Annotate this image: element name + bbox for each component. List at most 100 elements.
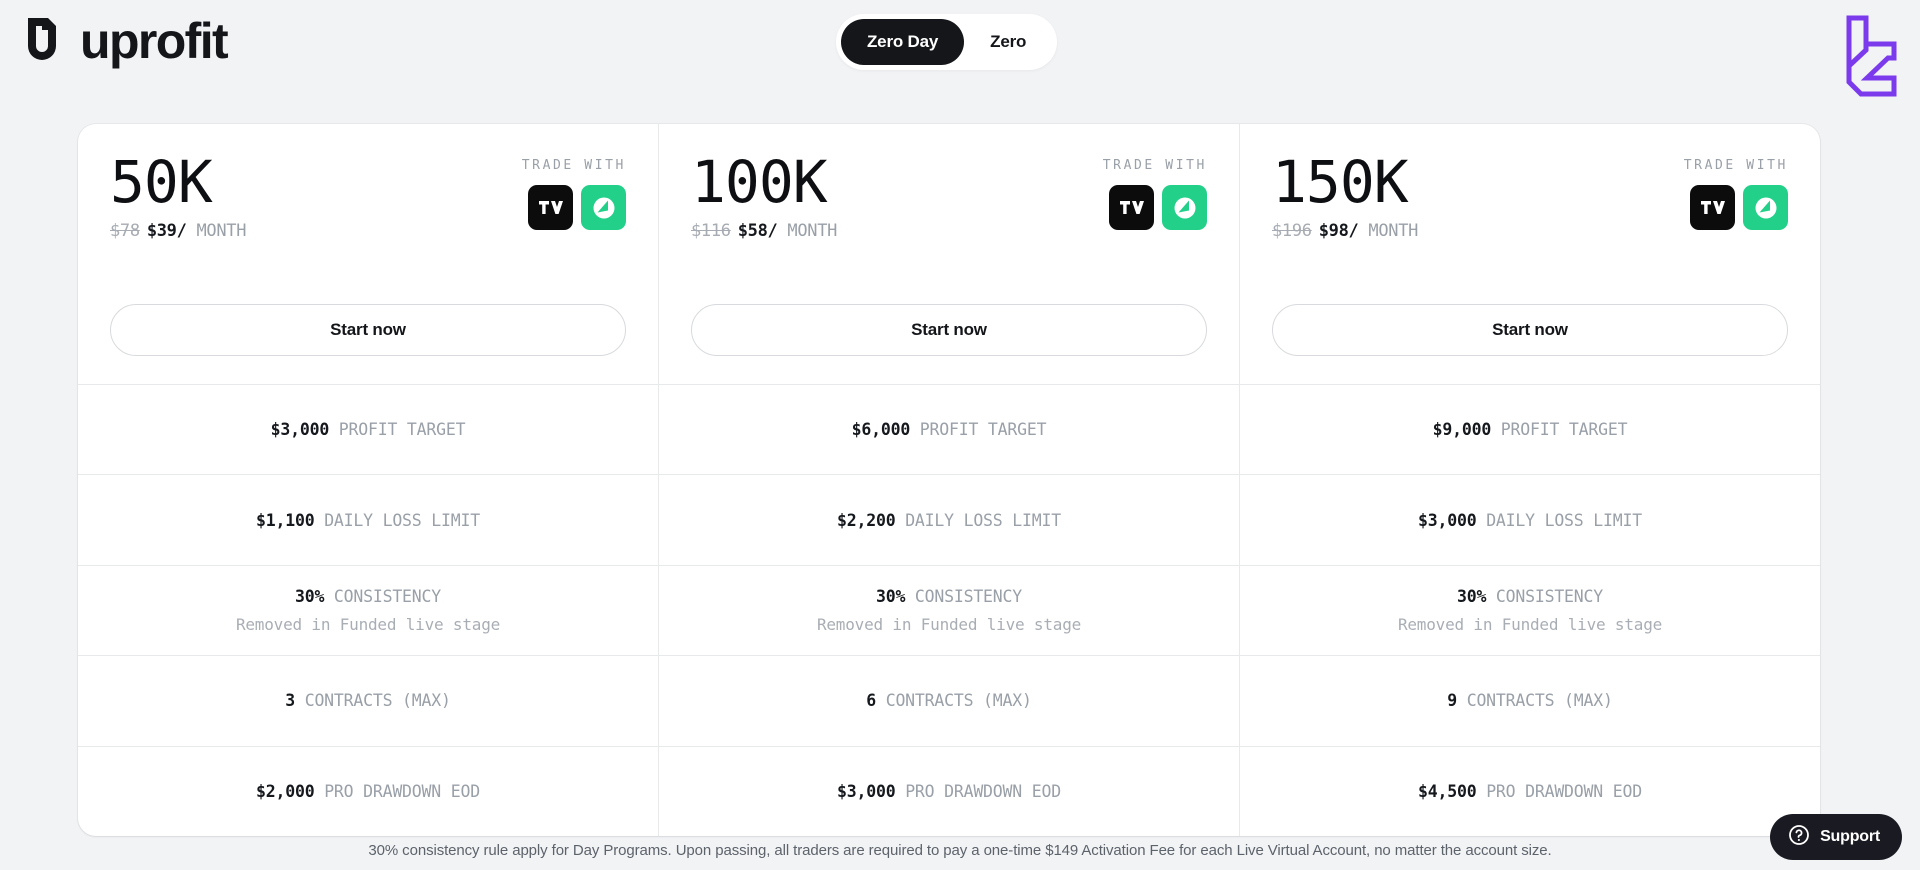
price-period: MONTH [777,221,838,242]
feature-label: CONSISTENCY [914,587,1022,607]
feature-label: DAILY LOSS LIMIT [1486,510,1642,530]
price-current: $98/ [1318,221,1359,242]
plan-column-100k: 100K $116 $58/ MONTH TRADE WITH Start no… [659,124,1240,836]
footer-disclaimer: 30% consistency rule apply for Day Progr… [368,842,1552,859]
tradovate-icon[interactable] [581,185,626,230]
plan-header-100k: 100K $116 $58/ MONTH TRADE WITH Start no… [659,124,1239,384]
plan-header-150k: 150K $196 $98/ MONTH TRADE WITH Start no… [1240,124,1820,384]
features-100k: $6,000 PROFIT TARGET $2,200 DAILY LOSS L… [659,384,1239,836]
uprofit-u-mark-icon [20,16,64,66]
trade-with-label: TRADE WITH [1683,158,1788,173]
price-current: $58/ [737,221,778,242]
purple-lc-monogram-icon [1836,6,1902,107]
feature-value: 9 [1447,691,1457,711]
pricing-page: uprofit Zero Day Zero 50K $78 $39/ MONTH… [0,0,1920,870]
feature-value: $1,100 [256,510,315,530]
feature-row: 30% CONSISTENCY Removed in Funded live s… [659,564,1239,655]
support-widget-button[interactable]: Support [1770,814,1902,860]
feature-row: 9 CONTRACTS (MAX) [1240,655,1820,745]
feature-row: 30% CONSISTENCY Removed in Funded live s… [1240,564,1820,655]
feature-label: CONTRACTS (MAX) [304,691,451,711]
pricing-card: 50K $78 $39/ MONTH TRADE WITH Start now … [78,124,1820,836]
feature-value: $3,000 [270,420,330,440]
plan-header-50k: 50K $78 $39/ MONTH TRADE WITH Start now [78,124,658,384]
feature-label: CONTRACTS (MAX) [885,691,1032,711]
broker-icons [1684,185,1788,230]
features-150k: $9,000 PROFIT TARGET $3,000 DAILY LOSS L… [1240,384,1820,836]
feature-label: PRO DRAWDOWN EOD [1486,781,1642,801]
start-now-button-150k[interactable]: Start now [1272,304,1788,356]
feature-value: $4,500 [1418,781,1477,801]
feature-row: $9,000 PROFIT TARGET [1240,384,1820,474]
feature-subtext: Removed in Funded live stage [1397,615,1663,635]
feature-value: $2,000 [256,781,315,801]
feature-value: $6,000 [851,420,911,440]
feature-row: $3,000 PROFIT TARGET [78,384,658,474]
feature-label: PRO DRAWDOWN EOD [324,781,480,801]
trade-with-group: TRADE WITH [1684,152,1788,230]
plan-type-toggle[interactable]: Zero Day Zero [836,14,1058,70]
feature-row: 30% CONSISTENCY Removed in Funded live s… [78,564,658,655]
tradingview-icon[interactable] [1690,185,1735,230]
tradovate-icon[interactable] [1162,185,1207,230]
feature-label: DAILY LOSS LIMIT [905,510,1061,530]
feature-row: $1,100 DAILY LOSS LIMIT [78,474,658,564]
tradingview-icon[interactable] [528,185,573,230]
toggle-option-zero-day[interactable]: Zero Day [841,19,965,65]
feature-label: PROFIT TARGET [1500,420,1628,440]
plan-size: 100K [691,148,828,216]
feature-value: $3,000 [837,781,896,801]
feature-label: CONTRACTS (MAX) [1466,691,1613,711]
trade-with-group: TRADE WITH [1103,152,1207,230]
feature-row: $2,200 DAILY LOSS LIMIT [659,474,1239,564]
feature-label: DAILY LOSS LIMIT [324,510,480,530]
plan-column-150k: 150K $196 $98/ MONTH TRADE WITH Start no… [1240,124,1820,836]
support-label: Support [1820,828,1880,845]
plan-size: 50K [110,148,213,216]
brand-name: uprofit [80,13,229,69]
feature-label: CONSISTENCY [1495,587,1603,607]
plan-price: $116 $58/ MONTH [691,221,837,241]
feature-row: 6 CONTRACTS (MAX) [659,655,1239,745]
price-current: $39/ [146,221,187,242]
plan-price: $78 $39/ MONTH [110,221,246,241]
broker-icons [1103,185,1207,230]
feature-label: PROFIT TARGET [919,420,1047,440]
feature-subtext: Removed in Funded live stage [816,615,1082,635]
features-50k: $3,000 PROFIT TARGET $1,100 DAILY LOSS L… [78,384,658,836]
feature-label: PRO DRAWDOWN EOD [905,781,1061,801]
brand-logo[interactable]: uprofit [20,13,229,69]
toggle-option-zero[interactable]: Zero [964,19,1052,65]
tradovate-icon[interactable] [1743,185,1788,230]
feature-value: 30% [294,587,325,607]
feature-value: 30% [875,587,906,607]
plan-size: 150K [1272,148,1409,216]
broker-icons [522,185,626,230]
feature-value: $2,200 [837,510,896,530]
plan-price: $196 $98/ MONTH [1272,221,1418,241]
trade-with-label: TRADE WITH [521,158,626,173]
trade-with-group: TRADE WITH [522,152,626,230]
price-original: $196 [1272,221,1312,242]
feature-label: PROFIT TARGET [338,420,466,440]
plan-columns: 50K $78 $39/ MONTH TRADE WITH Start now … [78,124,1820,836]
question-circle-icon [1788,824,1810,851]
feature-value: 3 [285,691,295,711]
price-period: MONTH [1358,221,1419,242]
feature-subtext: Removed in Funded live stage [235,615,501,635]
start-now-button-100k[interactable]: Start now [691,304,1207,356]
feature-value: 6 [866,691,876,711]
plan-column-50k: 50K $78 $39/ MONTH TRADE WITH Start now … [78,124,659,836]
feature-row: $2,000 PRO DRAWDOWN EOD [78,745,658,836]
feature-row: $6,000 PROFIT TARGET [659,384,1239,474]
trade-with-label: TRADE WITH [1102,158,1207,173]
feature-row: 3 CONTRACTS (MAX) [78,655,658,745]
feature-value: 30% [1456,587,1487,607]
feature-row: $3,000 PRO DRAWDOWN EOD [659,745,1239,836]
feature-row: $3,000 DAILY LOSS LIMIT [1240,474,1820,564]
tradingview-icon[interactable] [1109,185,1154,230]
price-original: $116 [691,221,731,242]
start-now-button-50k[interactable]: Start now [110,304,626,356]
price-period: MONTH [186,221,247,242]
feature-value: $9,000 [1432,420,1492,440]
